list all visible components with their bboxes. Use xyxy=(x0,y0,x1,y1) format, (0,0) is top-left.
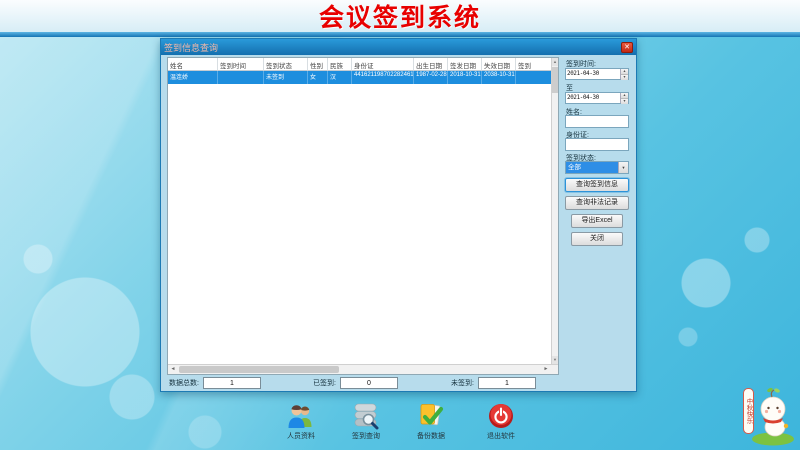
dock-item-personnel[interactable]: 人员资料 xyxy=(272,402,330,441)
grid-cell-7[interactable]: 2018-10-31 xyxy=(448,71,482,84)
dock-item-signin-query[interactable]: 签到查询 xyxy=(337,402,395,441)
column-header-4[interactable]: 民族 xyxy=(328,58,352,71)
query-signin-button[interactable]: 查询签到信息 xyxy=(565,178,629,192)
unsigned-count-label: 未签到: xyxy=(451,378,474,388)
dock-label: 人员资料 xyxy=(272,431,330,441)
close-icon[interactable]: ✕ xyxy=(621,42,633,53)
grid-cell-8[interactable]: 2038-10-31 xyxy=(482,71,516,84)
grid-header-row: 姓名签到时间签到状态性别民族身份证出生日期签发日期失效日期签到 xyxy=(168,58,551,71)
dock-label: 退出软件 xyxy=(472,431,530,441)
time-from-picker[interactable]: 2021-04-30 00:00:00 ▲▼ xyxy=(565,68,629,80)
window-client: 姓名签到时间签到状态性别民族身份证出生日期签发日期失效日期签到 温连娇 未签到女汉… xyxy=(161,55,636,391)
grid-viewport: 姓名签到时间签到状态性别民族身份证出生日期签发日期失效日期签到 温连娇 未签到女汉… xyxy=(168,58,551,364)
column-header-3[interactable]: 性别 xyxy=(308,58,328,71)
column-header-1[interactable]: 签到时间 xyxy=(218,58,264,71)
query-panel: 签到时间: 2021-04-30 00:00:00 ▲▼ 至 2021-04-3… xyxy=(565,55,632,391)
scroll-right-icon[interactable]: ► xyxy=(541,365,551,374)
time-to-value: 2021-04-30 23:59:59 xyxy=(566,93,620,103)
power-icon xyxy=(487,402,515,430)
unsigned-count-value: 1 xyxy=(478,377,536,389)
signin-query-window: 签到信息查询 ✕ 姓名签到时间签到状态性别民族身份证出生日期签发日期失效日期签到… xyxy=(160,38,637,392)
dock-label: 签到查询 xyxy=(337,431,395,441)
total-count-label: 数据总数: xyxy=(169,378,199,388)
mascot-banner: 中秋快乐 xyxy=(743,388,754,434)
time-to-spinner[interactable]: ▲▼ xyxy=(620,93,628,103)
grid-cell-5[interactable]: 441621198702282461 xyxy=(352,71,414,84)
scroll-down-icon[interactable]: ▼ xyxy=(552,356,558,364)
time-from-spinner[interactable]: ▲▼ xyxy=(620,69,628,79)
grid-cell-0[interactable]: 温连娇 xyxy=(168,71,218,84)
column-header-5[interactable]: 身份证 xyxy=(352,58,414,71)
name-input[interactable] xyxy=(565,115,629,128)
column-header-7[interactable]: 签发日期 xyxy=(448,58,482,71)
grid-cell-1[interactable] xyxy=(218,71,264,84)
signin-table: 姓名签到时间签到状态性别民族身份证出生日期签发日期失效日期签到 温连娇 未签到女汉… xyxy=(167,57,559,375)
horizontal-scrollbar[interactable]: ◄ ► xyxy=(168,364,558,374)
vertical-scrollbar[interactable]: ▲ ▼ xyxy=(551,58,558,364)
column-header-9[interactable]: 签到 xyxy=(516,58,551,71)
grid-cell-6[interactable]: 1987-02-28 xyxy=(414,71,448,84)
scroll-left-icon[interactable]: ◄ xyxy=(168,365,178,374)
stats-bar: 数据总数: 1 已签到: 0 未签到: 1 xyxy=(167,377,559,391)
vertical-scroll-thumb[interactable] xyxy=(552,67,558,93)
grid-cell-4[interactable]: 汉 xyxy=(328,71,352,84)
database-search-icon xyxy=(352,402,380,430)
window-titlebar[interactable]: 签到信息查询 ✕ xyxy=(161,39,636,55)
people-icon xyxy=(287,402,315,430)
mascot-decoration: 中秋快乐 xyxy=(735,382,798,450)
scroll-up-icon[interactable]: ▲ xyxy=(552,58,558,66)
screen: 会议签到系统 签到信息查询 ✕ 姓名签到时间签到状态性别民族身份证出生日期签发日… xyxy=(0,0,800,450)
status-dropdown[interactable]: 全部 ▼ xyxy=(565,161,629,174)
backup-data-icon xyxy=(417,402,445,430)
chevron-down-icon[interactable]: ▼ xyxy=(618,162,628,173)
app-title: 会议签到系统 xyxy=(319,0,481,34)
column-header-6[interactable]: 出生日期 xyxy=(414,58,448,71)
app-banner: 会议签到系统 xyxy=(0,0,800,32)
horizontal-scroll-thumb[interactable] xyxy=(179,366,339,373)
grid-cell-2[interactable]: 未签到 xyxy=(264,71,308,84)
grid-cell-3[interactable]: 女 xyxy=(308,71,328,84)
desktop-wallpaper: 签到信息查询 ✕ 姓名签到时间签到状态性别民族身份证出生日期签发日期失效日期签到… xyxy=(0,37,800,450)
export-excel-button[interactable]: 导出Excel xyxy=(571,214,623,228)
grid-selected-row[interactable]: 温连娇 未签到女汉4416211987022824611987-02-282018… xyxy=(168,71,551,84)
grid-cell-9[interactable] xyxy=(516,71,551,84)
dock-item-backup[interactable]: 备份数据 xyxy=(402,402,460,441)
close-button[interactable]: 关闭 xyxy=(571,232,623,246)
column-header-8[interactable]: 失效日期 xyxy=(482,58,516,71)
time-to-picker[interactable]: 2021-04-30 23:59:59 ▲▼ xyxy=(565,92,629,104)
dock-item-exit[interactable]: 退出软件 xyxy=(472,402,530,441)
signed-count-value: 0 xyxy=(340,377,398,389)
status-selected-value: 全部 xyxy=(566,162,618,173)
total-count-value: 1 xyxy=(203,377,261,389)
signed-count-label: 已签到: xyxy=(313,378,336,388)
idcard-input[interactable] xyxy=(565,138,629,151)
spinner-down-icon[interactable]: ▼ xyxy=(621,74,628,80)
column-header-0[interactable]: 姓名 xyxy=(168,58,218,71)
spinner-down-icon[interactable]: ▼ xyxy=(621,98,628,104)
query-illegal-records-button[interactable]: 查询非法记录 xyxy=(565,196,629,210)
column-header-2[interactable]: 签到状态 xyxy=(264,58,308,71)
window-title: 签到信息查询 xyxy=(164,41,218,54)
time-from-value: 2021-04-30 00:00:00 xyxy=(566,69,620,79)
dock-label: 备份数据 xyxy=(402,431,460,441)
